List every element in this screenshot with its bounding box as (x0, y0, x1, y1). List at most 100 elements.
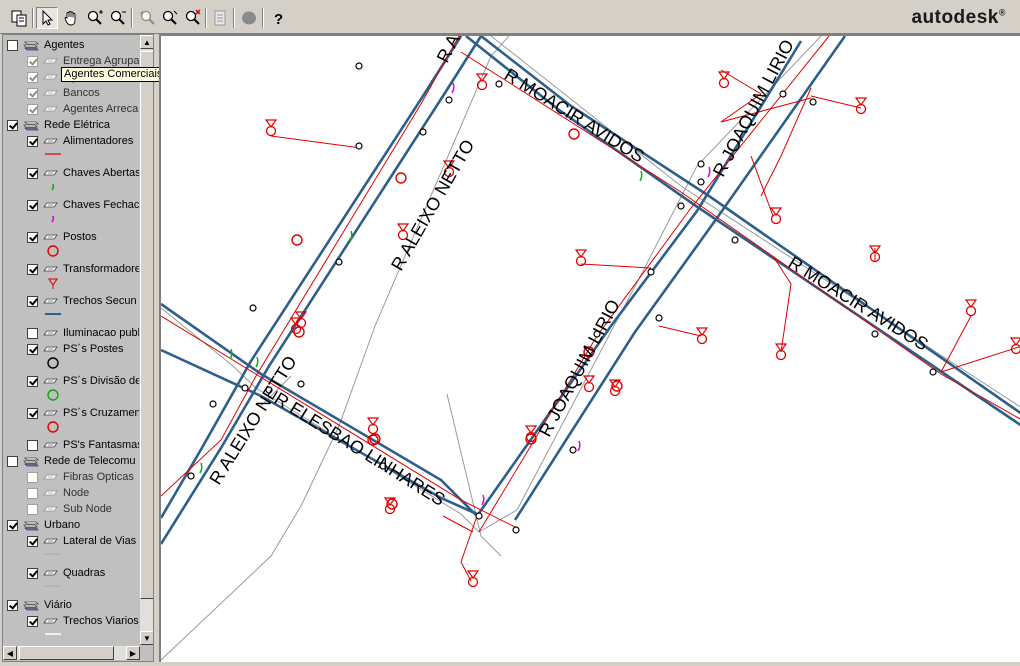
layer-icon (43, 266, 58, 272)
legend-item-bancos[interactable]: Bancos (27, 85, 100, 101)
legend-item-trechos-viarios[interactable]: Trechos Viarios (27, 613, 139, 629)
layer-visibility-checkbox[interactable] (27, 71, 38, 83)
layer-visibility-checkbox[interactable] (27, 343, 38, 355)
toolbar-separator (131, 8, 133, 28)
layer-visibility-checkbox[interactable] (27, 567, 38, 579)
legend-item-ps-s-divis-o-de[interactable]: PS´s Divisão de (27, 373, 139, 389)
legend-item-lateral-de-vias[interactable]: Lateral de Vias (27, 533, 136, 549)
layer-visibility-checkbox[interactable] (27, 439, 38, 451)
layer-visibility-checkbox[interactable] (27, 407, 38, 419)
layer-icon (43, 474, 58, 480)
pole-marker (929, 368, 937, 376)
layer-visibility-checkbox[interactable] (27, 167, 38, 179)
legend-item-label: Iluminacao publ (63, 327, 139, 339)
layer-visibility-checkbox[interactable] (27, 503, 38, 515)
legend-item-iluminacao-publ[interactable]: Iluminacao publ (27, 325, 139, 341)
layer-visibility-checkbox[interactable] (27, 615, 38, 627)
pole-marker (871, 330, 879, 338)
map-view[interactable]: R ALEIXO NETTOR ALEIXO NETTOR ALEIXO NET… (159, 34, 1020, 662)
stop-icon (242, 11, 256, 25)
layer-visibility-checkbox[interactable] (27, 103, 38, 115)
layer-group-icon (23, 521, 39, 531)
feeder-line (161, 315, 518, 529)
zoom-previous-button[interactable] (136, 7, 158, 29)
layer-icon (43, 330, 58, 336)
application-window: ? autodesk® AgentesEntrega AgrupaAgentes… (0, 0, 1020, 666)
legend-item-sub-node[interactable]: Sub Node (27, 501, 112, 517)
layer-icon (43, 490, 58, 496)
legend-item-vi-rio[interactable]: Viário (7, 597, 72, 613)
legend-item-postos[interactable]: Postos (27, 229, 97, 245)
map-canvas[interactable]: R ALEIXO NETTOR ALEIXO NETTOR ALEIXO NET… (161, 36, 1020, 662)
zoom-out-button[interactable] (107, 7, 129, 29)
feeder-line (580, 263, 652, 269)
layer-visibility-checkbox[interactable] (27, 327, 38, 339)
report-icon (214, 10, 226, 26)
legend-item-label: PS´s Divisão de (63, 375, 139, 387)
zoom-window-button[interactable] (158, 7, 180, 29)
pole-marker (355, 62, 363, 70)
toolbar-separator (205, 8, 207, 28)
layer-visibility-checkbox[interactable] (27, 231, 38, 243)
post-marker (395, 172, 407, 184)
layer-visibility-checkbox[interactable] (7, 455, 18, 467)
layer-visibility-checkbox[interactable] (27, 263, 38, 275)
legend-horizontal-scrollbar[interactable]: ◀ ▶ (3, 646, 140, 660)
scroll-right-button[interactable]: ▶ (126, 646, 140, 660)
layer-visibility-checkbox[interactable] (7, 119, 18, 131)
layer-visibility-checkbox[interactable] (27, 135, 38, 147)
scroll-down-button[interactable]: ▼ (140, 631, 153, 645)
legend-item-agentes-arreca[interactable]: Agentes Arreca (27, 101, 138, 117)
layer-visibility-checkbox[interactable] (27, 55, 38, 67)
layer-visibility-checkbox[interactable] (27, 471, 38, 483)
feeder-line (658, 325, 702, 337)
layer-visibility-checkbox[interactable] (7, 519, 18, 531)
feeder-line (780, 283, 792, 353)
legend-item-transformadore[interactable]: Transformadore (27, 261, 139, 277)
legend-item-ps-s-postes[interactable]: PS´s Postes (27, 341, 124, 357)
legend-item-urbano[interactable]: Urbano (7, 517, 80, 533)
horizontal-scroll-thumb[interactable] (19, 646, 114, 660)
legend-item-label: Agentes (44, 39, 85, 51)
legend-item-trechos-secun[interactable]: Trechos Secun (27, 293, 137, 309)
legend-item-ps-s-cruzament[interactable]: PS´s Cruzament (27, 405, 139, 421)
scroll-left-button[interactable]: ◀ (3, 646, 17, 660)
legend-item-node[interactable]: Node (27, 485, 89, 501)
legend-item-ps-s-fantasmas[interactable]: PS's Fantasmas (27, 437, 139, 453)
pan-tool-button[interactable] (60, 7, 82, 29)
legend-item-alimentadores[interactable]: Alimentadores (27, 133, 133, 149)
stop-button[interactable] (238, 7, 260, 29)
scroll-up-button[interactable]: ▲ (140, 35, 153, 49)
legend-item-chaves-fechac[interactable]: Chaves Fechac (27, 197, 139, 213)
street-name-label: R MOACIR AVIDOS (501, 64, 648, 166)
legend-item-label: Chaves Fechac (63, 199, 139, 211)
zoom-previous-icon (140, 10, 155, 25)
layer-visibility-checkbox[interactable] (27, 87, 38, 99)
layer-visibility-checkbox[interactable] (27, 295, 38, 307)
legend-vertical-scrollbar[interactable]: ▲ ▼ (140, 35, 153, 645)
post-marker (568, 128, 580, 140)
layer-visibility-checkbox[interactable] (7, 39, 18, 51)
legend-item-quadras[interactable]: Quadras (27, 565, 105, 581)
legend-item-rede-de-telecomu[interactable]: Rede de Telecomu (7, 453, 136, 469)
legend-item-chaves-abertas[interactable]: Chaves Abertas (27, 165, 139, 181)
toolbar: ? autodesk® (0, 0, 1020, 34)
layer-visibility-checkbox[interactable] (27, 487, 38, 499)
layer-icon (43, 90, 58, 96)
legend-item-agentes[interactable]: Agentes (7, 37, 84, 53)
help-button[interactable]: ? (267, 7, 289, 29)
zoom-in-button[interactable] (84, 7, 106, 29)
layer-visibility-checkbox[interactable] (7, 599, 18, 611)
copy-button[interactable] (8, 7, 30, 29)
zoom-clear-button[interactable] (181, 7, 203, 29)
layer-visibility-checkbox[interactable] (27, 535, 38, 547)
pole-marker (647, 268, 655, 276)
legend-item-rede-el-trica[interactable]: Rede Elétrica (7, 117, 110, 133)
layer-visibility-checkbox[interactable] (27, 199, 38, 211)
report-button[interactable] (209, 7, 231, 29)
select-tool-button[interactable] (36, 7, 58, 29)
legend-item-fibras-opticas[interactable]: Fibras Opticas (27, 469, 134, 485)
layer-visibility-checkbox[interactable] (27, 375, 38, 387)
vertical-scroll-thumb[interactable] (140, 51, 153, 599)
switch-marker (255, 356, 259, 368)
